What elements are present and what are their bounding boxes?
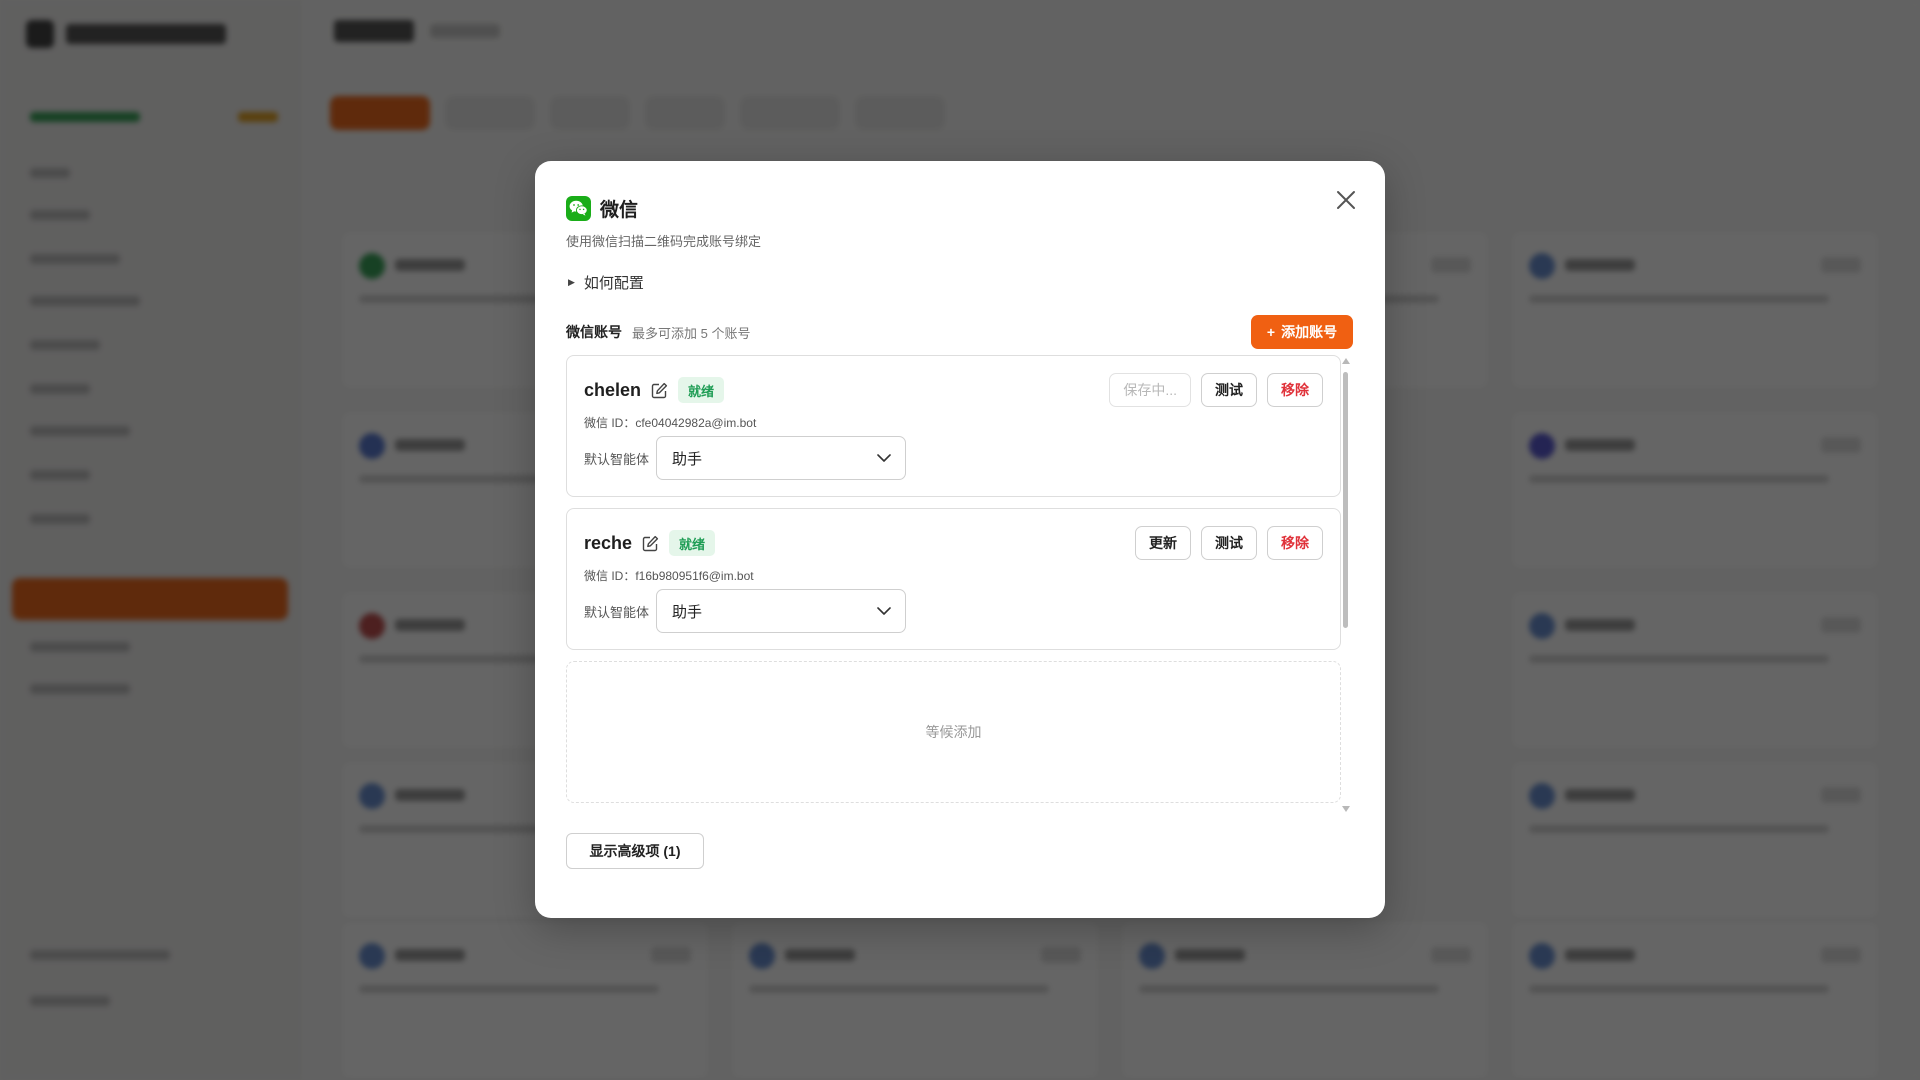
account-list-scrollbar[interactable] <box>1341 358 1351 812</box>
account-id-value: cfe04042982a@im.bot <box>635 416 757 430</box>
modal-description: 使用微信扫描二维码完成账号绑定 <box>566 234 762 249</box>
default-agent-row: 默认智能体 助手 <box>584 589 906 633</box>
chevron-down-icon <box>877 454 891 462</box>
account-actions: 更新 测试 移除 <box>1135 526 1323 560</box>
default-agent-value: 助手 <box>672 450 703 468</box>
caret-right-icon: ▶ <box>568 277 575 287</box>
remove-button[interactable]: 移除 <box>1267 373 1323 407</box>
account-id-label: 微信 ID： <box>584 416 636 430</box>
scroll-thumb[interactable] <box>1343 372 1348 628</box>
status-badge: 就绪 <box>669 530 716 556</box>
default-agent-label: 默认智能体 <box>584 451 650 467</box>
account-id-value: f16b980951f6@im.bot <box>635 569 754 583</box>
close-button[interactable] <box>1331 185 1361 215</box>
test-button[interactable]: 测试 <box>1201 526 1257 560</box>
account-card: chelen 就绪 微信 ID：cfe04042982a@im.bot 默认智能… <box>566 355 1341 497</box>
empty-account-slot: 等候添加 <box>566 661 1341 803</box>
account-name: chelen <box>584 379 642 400</box>
account-card: reche 就绪 微信 ID：f16b980951f6@im.bot 默认智能体… <box>566 508 1341 650</box>
remove-button[interactable]: 移除 <box>1267 526 1323 560</box>
show-advanced-button[interactable]: 显示高级项 (1) <box>566 833 704 869</box>
scroll-down-arrow-icon[interactable] <box>1342 806 1350 812</box>
how-to-label: 如何配置 <box>583 275 644 292</box>
status-badge: 就绪 <box>678 377 725 403</box>
default-agent-row: 默认智能体 助手 <box>584 436 906 480</box>
account-id: 微信 ID：f16b980951f6@im.bot <box>584 567 754 584</box>
update-button[interactable]: 更新 <box>1135 526 1191 560</box>
empty-slot-text: 等候添加 <box>925 724 982 740</box>
section-title: 微信账号 <box>566 324 622 340</box>
account-id: 微信 ID：cfe04042982a@im.bot <box>584 414 756 431</box>
edit-icon[interactable] <box>650 381 668 399</box>
account-actions: 保存中... 测试 移除 <box>1109 373 1323 407</box>
modal-title: 微信 <box>600 199 639 221</box>
how-to-configure-toggle[interactable]: ▶ 如何配置 <box>568 272 644 293</box>
chevron-down-icon <box>877 607 891 615</box>
test-button[interactable]: 测试 <box>1201 373 1257 407</box>
accounts-section-header: 微信账号 最多可添加 5 个账号 + 添加账号 <box>566 315 1353 349</box>
wechat-icon <box>566 195 591 221</box>
add-account-button[interactable]: + 添加账号 <box>1251 315 1353 349</box>
modal-header: 微信 <box>566 194 638 222</box>
account-name-row: reche 就绪 <box>584 529 716 557</box>
account-name: reche <box>584 532 633 553</box>
close-icon[interactable] <box>1336 190 1356 210</box>
wechat-modal: 微信 使用微信扫描二维码完成账号绑定 ▶ 如何配置 微信账号 最多可添加 5 个… <box>535 161 1385 918</box>
scroll-up-arrow-icon[interactable] <box>1342 358 1350 364</box>
add-account-label: 添加账号 <box>1281 324 1338 340</box>
saving-button[interactable]: 保存中... <box>1109 373 1191 407</box>
plus-icon: + <box>1266 324 1276 340</box>
account-list[interactable]: chelen 就绪 微信 ID：cfe04042982a@im.bot 默认智能… <box>566 355 1365 813</box>
default-agent-select[interactable]: 助手 <box>656 436 906 480</box>
default-agent-label: 默认智能体 <box>584 604 650 620</box>
account-name-row: chelen 就绪 <box>584 376 725 404</box>
edit-icon[interactable] <box>641 534 659 552</box>
account-id-label: 微信 ID： <box>584 569 636 583</box>
default-agent-value: 助手 <box>672 603 703 621</box>
default-agent-select[interactable]: 助手 <box>656 589 906 633</box>
section-hint: 最多可添加 5 个账号 <box>632 325 751 341</box>
